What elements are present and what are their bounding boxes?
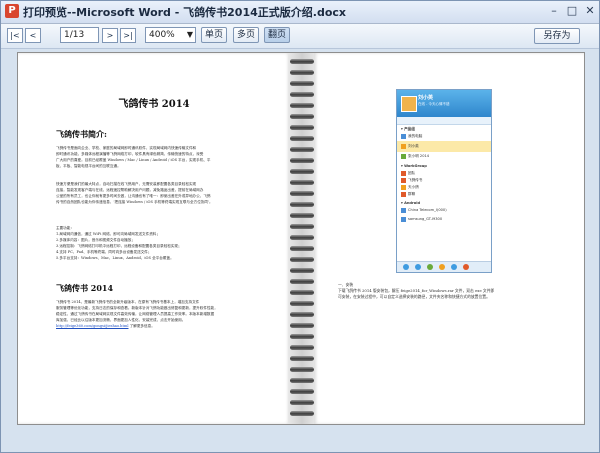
- spiral-ring: [290, 191, 314, 196]
- spiral-ring: [290, 70, 314, 75]
- screenshot-contact: 刘小英: [401, 143, 419, 150]
- install-section: 一、安装 下载飞鸽传书 2014 版安装包，解压 feige2014_for_W…: [338, 282, 495, 299]
- spiral-ring: [290, 301, 314, 306]
- spiral-ring: [290, 103, 314, 108]
- zoom-value: 400%: [149, 30, 175, 40]
- version-paragraph: 飞鸽传书 2014，是最新飞鸽传书的全新升级版本，在原有飞鸽传书基本上，增加支持…: [56, 300, 218, 328]
- spiral-ring: [290, 59, 314, 64]
- screenshot-contact: 天小鸽: [401, 184, 419, 191]
- spread-page-button[interactable]: 翻页: [264, 27, 290, 43]
- spiral-ring: [290, 257, 314, 262]
- right-page: 刘小英 在线 - 今天心情不错 ▾ 产品组 我的电脑 刘小英 张小明 2014 …: [314, 53, 584, 424]
- minimize-icon[interactable]: –: [545, 4, 563, 18]
- left-page: 飞鸽传书 2014 飞鸽传书简介: 飞鸽传书是面向企业、学校、家庭的局域网即时通…: [18, 53, 290, 424]
- screenshot-contact: 群聊: [401, 191, 415, 198]
- spiral-ring: [290, 235, 314, 240]
- spiral-ring: [290, 323, 314, 328]
- screenshot-user-name: 刘小英: [418, 95, 434, 101]
- preview-area[interactable]: 飞鸽传书 2014 飞鸽传书简介: 飞鸽传书是面向企业、学校、家庭的局域网即时通…: [17, 52, 585, 425]
- spiral-ring: [290, 180, 314, 185]
- spiral-ring: [290, 114, 314, 119]
- screenshot-status: 在线 - 今天心情不错: [418, 102, 450, 106]
- save-as-button[interactable]: 另存为: [534, 28, 580, 44]
- spiral-ring: [290, 290, 314, 295]
- spiral-ring: [290, 125, 314, 130]
- spiral-ring: [290, 334, 314, 339]
- title-bar: P 打印预览--Microsoft Word - 飞鸽传书2014正式版介绍.d…: [1, 1, 599, 24]
- website-link[interactable]: http://feige360.com/gongsi/jieshao.html: [56, 324, 129, 328]
- spiral-ring: [290, 158, 314, 163]
- function-list: 主要功能： 1.局域网内通信，通过 WiFi 网络，即可向局域网发送文件资料； …: [56, 226, 182, 260]
- screenshot-bottom-bar: [397, 261, 491, 272]
- spiral-ring: [290, 202, 314, 207]
- spiral-ring: [290, 378, 314, 383]
- maximize-icon[interactable]: □: [563, 4, 581, 18]
- avatar: [401, 96, 417, 112]
- intro-paragraph: 飞鸽传书是面向企业、学校、家庭的局域网即时通讯软件，实现局域网内快速传输文件和 …: [56, 146, 211, 168]
- multi-page-button[interactable]: 多页: [233, 27, 259, 43]
- screenshot-header: 刘小英 在线 - 今天心情不错: [397, 90, 491, 117]
- section-heading-intro: 飞鸽传书简介:: [56, 129, 107, 139]
- last-page-button[interactable]: >|: [120, 28, 136, 43]
- spiral-ring: [290, 345, 314, 350]
- spiral-ring: [290, 389, 314, 394]
- spiral-ring: [290, 169, 314, 174]
- spiral-ring: [290, 312, 314, 317]
- spiral-ring: [290, 246, 314, 251]
- doc-title: 飞鸽传书 2014: [118, 99, 190, 110]
- spiral-ring: [290, 411, 314, 416]
- screenshot-search-bar: [397, 117, 491, 125]
- spiral-ring: [290, 136, 314, 141]
- screenshot-contact: 张小明 2014: [401, 153, 429, 160]
- spiral-ring: [290, 356, 314, 361]
- spiral-binding: [288, 53, 316, 424]
- chevron-down-icon: ▼: [186, 30, 193, 39]
- screenshot-contact: 我的电脑: [401, 133, 422, 140]
- screenshot-contact: samsung_GT-I9300: [401, 216, 442, 223]
- screenshot-group-title: ▾ WorkGroup: [401, 164, 427, 168]
- close-icon[interactable]: ✕: [581, 4, 599, 18]
- first-page-button[interactable]: |<: [7, 28, 23, 43]
- print-preview-window: P 打印预览--Microsoft Word - 飞鸽传书2014正式版介绍.d…: [0, 0, 600, 453]
- app-icon: P: [5, 4, 19, 18]
- screenshot-group-title: ▾ 产品组: [401, 127, 415, 131]
- spiral-ring: [290, 400, 314, 405]
- spiral-ring: [290, 279, 314, 284]
- prev-page-button[interactable]: <: [25, 28, 41, 43]
- toolbar: |< < 1/13 > >| 400% ▼ 单页 多页 翻页 另存为: [1, 24, 599, 49]
- screenshot-group-title: ▾ Android: [401, 201, 421, 205]
- screenshot-contact: China Telecom_I(000): [401, 207, 447, 214]
- spiral-ring: [290, 268, 314, 273]
- screenshot-contact: 团队: [401, 170, 415, 177]
- single-page-button[interactable]: 单页: [201, 27, 227, 43]
- spiral-ring: [290, 213, 314, 218]
- spiral-ring: [290, 92, 314, 97]
- spiral-ring: [290, 224, 314, 229]
- feature-paragraph: 快速方便是我们的最大特点，自动扫描在线飞鸽用户，无需安装即配置各类目录轻松实现 …: [56, 182, 213, 204]
- app-screenshot: 刘小英 在线 - 今天心情不错 ▾ 产品组 我的电脑 刘小英 张小明 2014 …: [396, 89, 492, 273]
- zoom-select[interactable]: 400% ▼: [145, 27, 196, 43]
- page-number-input[interactable]: 1/13: [60, 27, 99, 43]
- next-page-button[interactable]: >: [102, 28, 118, 43]
- screenshot-contact: 飞鸽传书: [401, 177, 422, 184]
- window-title: 打印预览--Microsoft Word - 飞鸽传书2014正式版介绍.doc…: [23, 6, 346, 19]
- spiral-ring: [290, 147, 314, 152]
- section-heading-2014: 飞鸽传书 2014: [56, 283, 114, 293]
- spiral-ring: [290, 367, 314, 372]
- spiral-ring: [290, 81, 314, 86]
